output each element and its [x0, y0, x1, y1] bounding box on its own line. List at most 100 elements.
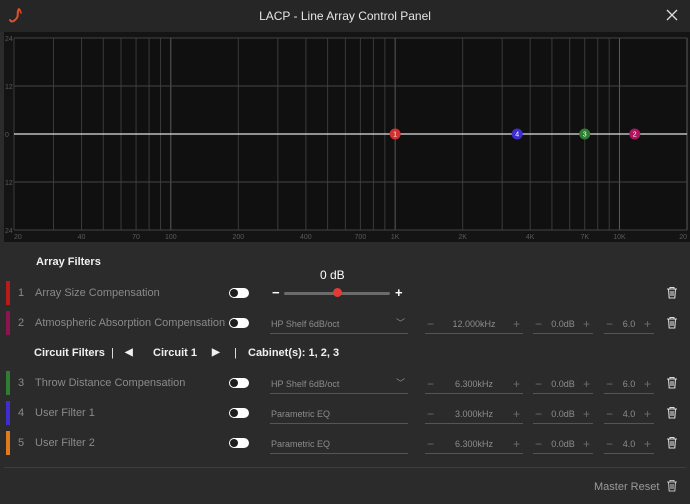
chevron-down-icon: ﹀ [395, 378, 405, 388]
window-title: LACP - Line Array Control Panel [259, 9, 431, 23]
filter-number: 1 [18, 287, 25, 299]
filter-marker-label: 3 [583, 132, 587, 139]
filter-enable-toggle[interactable] [229, 408, 249, 418]
filter-type-select[interactable]: HP Shelf 6dB/oct ﹀ [270, 314, 408, 334]
increase-button[interactable]: + [644, 377, 651, 391]
delete-icon[interactable] [666, 286, 678, 299]
x-axis-tick-label: 10K [613, 234, 626, 241]
increase-button[interactable]: + [583, 407, 590, 421]
frequency-stepper[interactable]: −12.000kHz + [425, 314, 523, 334]
trash-icon [667, 479, 678, 492]
filter-type-select[interactable]: Parametric EQ [270, 434, 408, 454]
close-icon[interactable] [664, 7, 680, 23]
filter-name: User Filter 1 [35, 407, 95, 419]
filter-type-select[interactable]: HP Shelf 6dB/oct ﹀ [270, 374, 408, 394]
increase-button[interactable]: + [583, 437, 590, 451]
x-axis-tick-label: 1K [391, 234, 400, 241]
lacp-window: LACP - Line Array Control Panel 24 12 0 12 2… [0, 0, 690, 504]
frequency-stepper[interactable]: −3.000kHz + [425, 404, 523, 424]
filter-row-2: 2 Atmospheric Absorption Compensation HP… [4, 309, 686, 337]
filter-marker-label: 1 [393, 132, 397, 139]
delete-icon[interactable] [666, 436, 678, 449]
separator: | [111, 347, 114, 359]
master-reset-button[interactable]: Master Reset [594, 479, 678, 493]
increase-button[interactable]: + [583, 317, 590, 331]
filter-color-bar [6, 401, 10, 425]
circuit-name: Circuit 1 [153, 347, 198, 359]
title-bar: LACP - Line Array Control Panel [0, 0, 690, 32]
filter-marker-label: 2 [633, 132, 637, 139]
y-axis-tick-label: 24 [5, 36, 13, 43]
previous-circuit-button[interactable]: ◀ [125, 347, 133, 358]
q-stepper[interactable]: −4.0 + [604, 434, 654, 454]
filter-marker-label: 4 [515, 132, 519, 139]
increase-button[interactable]: + [513, 377, 520, 391]
next-circuit-button[interactable]: ▶ [212, 347, 220, 358]
q-stepper[interactable]: −4.0 + [604, 404, 654, 424]
x-axis-tick-label: 100 [165, 234, 177, 241]
eq-plot-svg[interactable]: 24120122420 40 70 100 200 400 700 1K 2K 4K 7K 10K 20… [4, 32, 690, 242]
increase-button[interactable]: + [644, 407, 651, 421]
master-reset-label: Master Reset [594, 481, 660, 493]
filter-color-bar [6, 311, 10, 335]
delete-icon[interactable] [666, 406, 678, 419]
filter-color-bar [6, 431, 10, 455]
cabinets-label: Cabinet(s): 1, 2, 3 [248, 347, 340, 359]
x-axis-tick-label: 4K [526, 234, 535, 241]
toggle-knob [230, 439, 238, 447]
filter-number: 4 [18, 407, 25, 419]
filter-enable-toggle[interactable] [229, 438, 249, 448]
filter-name: Throw Distance Compensation [35, 377, 186, 389]
filter-color-bar [6, 371, 10, 395]
frequency-stepper[interactable]: −6.300kHz + [425, 374, 523, 394]
gain-stepper[interactable]: −0.0dB + [533, 434, 593, 454]
filter-enable-toggle[interactable] [229, 318, 249, 328]
x-axis-tick-label: 20 [14, 234, 22, 241]
q-stepper[interactable]: −6.0 + [604, 314, 654, 334]
toggle-knob [230, 289, 238, 297]
increase-button[interactable]: + [513, 317, 520, 331]
circuit-filters-title: Circuit Filters [34, 347, 105, 359]
filter-enable-toggle[interactable] [229, 288, 249, 298]
toggle-knob [230, 319, 238, 327]
y-axis-tick-label: 12 [5, 84, 13, 91]
delete-icon[interactable] [666, 376, 678, 389]
q-stepper[interactable]: −6.0 + [604, 374, 654, 394]
eq-response-plot[interactable]: 24 12 0 12 24 20 40 70 100 200 400 700 1K 2K 4K 7K 10K 20… [4, 32, 690, 242]
filter-number: 5 [18, 437, 25, 449]
filter-name: Atmospheric Absorption Compensation [35, 317, 226, 329]
footer-divider [4, 467, 686, 468]
x-axis-tick-label: 400 [300, 234, 312, 241]
frequency-value: 6.300kHz [454, 379, 494, 389]
gain-stepper[interactable]: −0.0dB + [533, 404, 593, 424]
gain-stepper[interactable]: −0.0dB + [533, 314, 593, 334]
toggle-knob [230, 409, 238, 417]
filter-color-bar [6, 281, 10, 305]
frequency-value: 6.300kHz [454, 439, 494, 449]
filter-row-4: 4 User Filter 1 Parametric EQ −3.000kHz +… [4, 399, 686, 427]
toggle-knob [230, 379, 238, 387]
y-axis-tick-label: 24 [5, 228, 13, 235]
filter-number: 2 [18, 317, 25, 329]
gain-stepper[interactable]: −0.0dB + [533, 374, 593, 394]
increase-button[interactable]: + [513, 437, 520, 451]
increase-button[interactable]: + [513, 407, 520, 421]
array-filters-title: Array Filters [36, 256, 101, 268]
x-axis-tick-label: 200 [232, 234, 244, 241]
frequency-value: 12.000kHz [452, 319, 496, 329]
chevron-down-icon: ﹀ [395, 318, 405, 328]
increase-button[interactable]: + [644, 437, 651, 451]
filter-enable-toggle[interactable] [229, 378, 249, 388]
frequency-stepper[interactable]: −6.300kHz + [425, 434, 523, 454]
filter-type-value: Parametric EQ [271, 409, 331, 419]
x-axis-tick-label: 20 [679, 234, 687, 241]
y-axis-tick-label: 12 [5, 180, 13, 187]
filter-type-select[interactable]: Parametric EQ [270, 404, 408, 424]
increase-button[interactable]: + [583, 377, 590, 391]
x-axis-tick-label: 700 [355, 234, 367, 241]
increase-button[interactable]: + [644, 317, 651, 331]
filter-type-value: HP Shelf 6dB/oct [271, 379, 340, 389]
y-axis-tick-label: 0 [5, 132, 9, 139]
filter-type-value: Parametric EQ [271, 439, 331, 449]
delete-icon[interactable] [666, 316, 678, 329]
